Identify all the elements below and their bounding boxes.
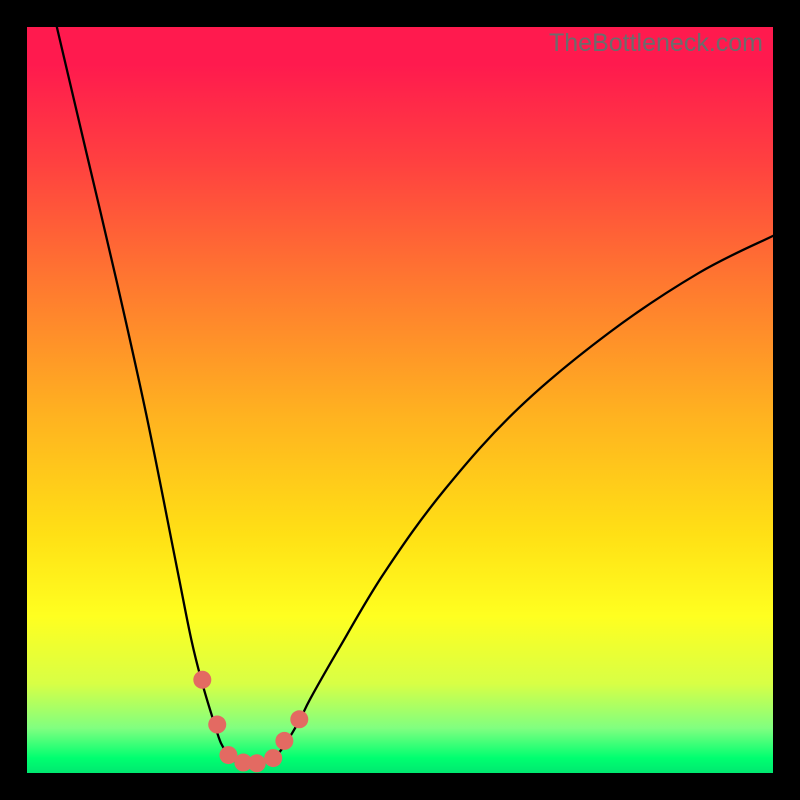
highlight-markers — [193, 671, 308, 773]
chart-canvas: TheBottleneck.com — [0, 0, 800, 800]
highlight-marker — [264, 749, 282, 767]
highlight-marker — [248, 754, 266, 772]
highlight-marker — [193, 671, 211, 689]
curve-right-branch — [251, 236, 773, 766]
plot-area: TheBottleneck.com — [27, 27, 773, 773]
highlight-marker — [290, 710, 308, 728]
highlight-marker — [275, 732, 293, 750]
curve-left-branch — [57, 27, 251, 766]
curve-layer — [27, 27, 773, 773]
highlight-marker — [208, 716, 226, 734]
